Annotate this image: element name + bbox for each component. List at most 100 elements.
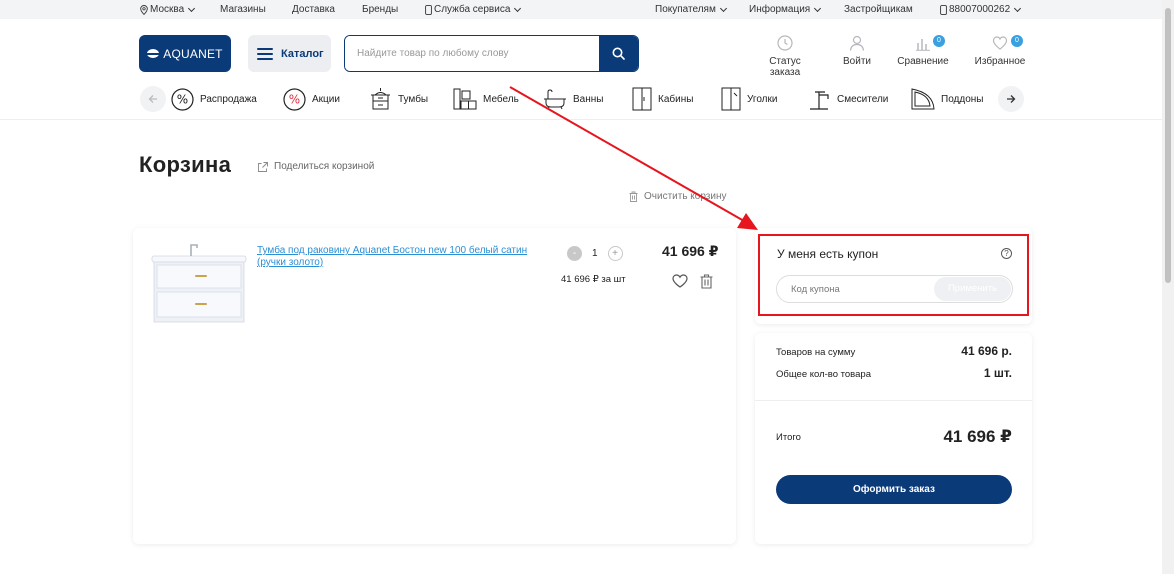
- stores-link[interactable]: Магазины: [220, 4, 266, 15]
- category-sale[interactable]: % Распродажа: [171, 86, 257, 112]
- coupon-help-icon[interactable]: ?: [1001, 248, 1012, 259]
- category-label: Тумбы: [398, 93, 429, 105]
- chevron-down-icon: [1014, 4, 1022, 12]
- coupon-form: Применить: [776, 275, 1013, 303]
- item-actions: [672, 274, 713, 289]
- summary-goods-row: Товаров на сумму 41 696 р.: [776, 344, 1012, 358]
- phone-icon: [940, 4, 947, 15]
- category-prev-button[interactable]: [140, 86, 166, 112]
- buyers-label: Покупателям: [655, 4, 716, 15]
- goods-count-label: Общее кол-во товара: [776, 369, 871, 380]
- logo-text: AQUANET: [163, 46, 223, 61]
- trash-icon[interactable]: [700, 274, 713, 289]
- compare-label: Сравнение: [897, 56, 949, 67]
- page-scrollbar[interactable]: [1162, 0, 1174, 574]
- quantity-decrease-button[interactable]: -: [567, 246, 582, 261]
- scrollbar-thumb[interactable]: [1165, 8, 1171, 283]
- faucet-icon: [810, 91, 829, 110]
- service-label: Служба сервиса: [434, 4, 511, 15]
- category-bathtubs[interactable]: Ванны: [543, 86, 603, 112]
- phone-number: 88007000262: [949, 4, 1011, 15]
- catalog-label: Каталог: [281, 47, 324, 60]
- category-label: Кабины: [658, 93, 694, 105]
- chevron-down-icon: [719, 4, 727, 12]
- logo-mark-icon: [147, 49, 160, 58]
- svg-text:%: %: [289, 92, 300, 106]
- quantity-increase-button[interactable]: +: [607, 246, 623, 261]
- clock-icon: [777, 35, 793, 51]
- brands-link[interactable]: Бренды: [362, 4, 398, 15]
- info-label: Информация: [749, 4, 811, 15]
- category-label: Распродажа: [200, 93, 257, 105]
- info-menu[interactable]: Информация: [749, 4, 822, 15]
- arrow-left-icon: [148, 95, 157, 103]
- category-label: Акции: [312, 93, 340, 105]
- item-price: 41 696 ₽: [662, 243, 719, 259]
- apply-coupon-button[interactable]: Применить: [934, 277, 1011, 301]
- shower-cabin-icon: [632, 87, 652, 111]
- category-promo[interactable]: % Акции: [283, 86, 340, 112]
- category-corners[interactable]: Уголки: [721, 86, 777, 112]
- category-label: Смесители: [837, 93, 889, 105]
- unit-price: 41 696 ₽ за шт: [561, 274, 626, 285]
- chevron-down-icon: [188, 4, 196, 12]
- product-name-link[interactable]: Тумба под раковину Aquanet Бостон new 10…: [257, 245, 537, 269]
- search-icon: [612, 47, 625, 60]
- goods-count-value: 1 шт.: [983, 366, 1012, 380]
- quantity-stepper: - 1 +: [567, 246, 623, 261]
- category-label: Уголки: [747, 93, 778, 105]
- compare-chart-icon: [916, 39, 930, 51]
- buyers-menu[interactable]: Покупателям: [655, 4, 727, 15]
- city-selector[interactable]: Москва: [140, 4, 196, 15]
- favorites-count-badge: 0: [1011, 35, 1023, 47]
- phone-icon: [425, 4, 432, 15]
- arrow-right-icon: [1007, 95, 1016, 103]
- category-faucets[interactable]: Смесители: [807, 86, 888, 112]
- category-label: Мебель: [483, 93, 519, 105]
- checkout-button[interactable]: Оформить заказ: [776, 475, 1012, 504]
- top-bar: Москва Магазины Доставка Бренды Служба с…: [0, 0, 1162, 19]
- category-vanity[interactable]: Тумбы: [369, 86, 428, 112]
- furniture-icon: [453, 88, 477, 110]
- summary-divider: [755, 400, 1032, 401]
- delivery-link[interactable]: Доставка: [292, 4, 335, 15]
- category-furniture[interactable]: Мебель: [453, 86, 519, 112]
- category-label: Поддоны: [941, 93, 984, 105]
- search-button[interactable]: [599, 36, 638, 71]
- compare-link[interactable]: Сравнение 0: [896, 35, 950, 67]
- trash-icon: [629, 191, 638, 202]
- category-trays[interactable]: Поддоны: [911, 86, 983, 112]
- logo[interactable]: AQUANET: [139, 35, 231, 72]
- product-image[interactable]: [151, 242, 247, 324]
- clear-cart-link[interactable]: Очистить корзину: [629, 191, 727, 202]
- clear-cart-label: Очистить корзину: [644, 191, 727, 202]
- login-link[interactable]: Войти: [840, 35, 874, 67]
- compare-count-badge: 0: [933, 35, 945, 47]
- share-cart-link[interactable]: Поделиться корзиной: [258, 161, 374, 172]
- category-cabins[interactable]: Кабины: [632, 86, 693, 112]
- svg-text:%: %: [177, 92, 188, 106]
- heart-icon: [992, 36, 1008, 50]
- developers-link[interactable]: Застройщикам: [844, 4, 913, 15]
- page-title: Корзина: [139, 152, 232, 177]
- city-label: Москва: [150, 4, 185, 15]
- phone-menu[interactable]: 88007000262: [940, 4, 1022, 15]
- category-next-button[interactable]: [998, 86, 1024, 112]
- service-menu[interactable]: Служба сервиса: [425, 4, 522, 15]
- search-input[interactable]: [345, 36, 599, 71]
- shower-corner-icon: [721, 87, 741, 111]
- goods-sum-label: Товаров на сумму: [776, 347, 856, 358]
- vanity-cabinet-icon: [371, 88, 390, 110]
- quantity-value[interactable]: 1: [592, 248, 598, 259]
- order-status-link[interactable]: Статус заказа: [753, 35, 817, 78]
- catalog-button[interactable]: Каталог: [248, 35, 331, 72]
- favorites-link[interactable]: Избранное 0: [973, 35, 1027, 67]
- share-icon: [258, 161, 268, 172]
- favorites-label: Избранное: [974, 56, 1026, 67]
- percent-circle-red-icon: %: [283, 87, 306, 111]
- coupon-code-input[interactable]: [777, 276, 937, 302]
- heart-icon[interactable]: [672, 274, 688, 288]
- user-icon: [849, 35, 865, 51]
- bathtub-icon: [544, 89, 566, 110]
- summary-count-row: Общее кол-во товара 1 шт.: [776, 366, 1012, 380]
